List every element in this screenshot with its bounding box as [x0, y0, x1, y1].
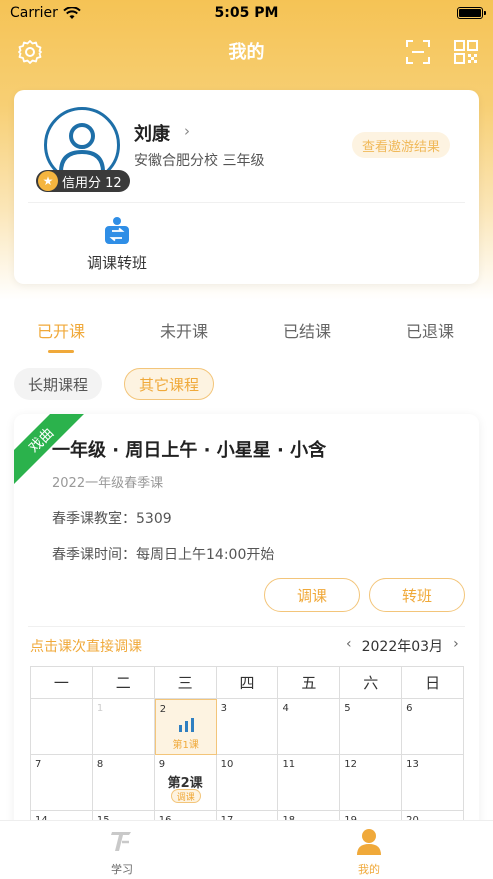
transfer-class-label[interactable]: 调课转班	[80, 252, 154, 273]
calendar-day-lesson[interactable]: 2 第1课	[154, 699, 217, 755]
transfer-class-button[interactable]: 转班	[369, 578, 465, 612]
credit-score: 信用分 12	[62, 175, 122, 191]
weekday-label: 日	[402, 667, 465, 699]
long-term-courses-pill[interactable]: 长期课程	[14, 368, 103, 400]
tab-withdrawn[interactable]: 已退课	[406, 318, 454, 342]
user-name[interactable]: 刘康	[134, 120, 170, 146]
transfer-class-icon[interactable]	[103, 216, 131, 246]
lesson-calendar: 一 二 三 四 五 六 日 1 2 第1课 3 4 5 6 7 8 9 第2课 …	[30, 666, 465, 834]
active-tab-indicator	[48, 350, 74, 353]
calendar-week: 1 2 第1课 3 4 5 6	[31, 699, 465, 755]
chevron-right-icon[interactable]: ›	[184, 122, 190, 140]
tab-study[interactable]: 学习	[82, 827, 162, 877]
day-number: 2	[159, 704, 167, 715]
study-icon	[111, 832, 131, 851]
weekday-label: 三	[154, 667, 217, 699]
tab-mine[interactable]: 我的	[329, 827, 409, 877]
next-month-button[interactable]: ›	[453, 636, 459, 656]
course-classroom: 春季课教室：5309	[52, 511, 172, 527]
calendar-day[interactable]: 11	[278, 755, 341, 811]
calendar-day[interactable]: 8	[92, 755, 155, 811]
other-courses-pill[interactable]: 其它课程	[124, 368, 215, 400]
profile-card: ★ 信用分 12 刘康 › 安徽合肥分校 三年级 查看遨游结果 调课转班	[14, 90, 479, 284]
tab-started[interactable]: 已开课	[37, 318, 85, 342]
calendar-day-lesson[interactable]: 9 第2课 调课	[154, 755, 217, 811]
calendar-hint: 点击课次直接调课	[30, 639, 142, 655]
divider	[28, 202, 465, 203]
carrier-label: Carrier	[10, 5, 58, 21]
adjust-tag: 调课	[170, 789, 201, 803]
course-status-tabs: 已开课 未开课 已结课 已退课	[0, 318, 493, 358]
calendar-day[interactable]: 6	[402, 699, 465, 755]
scan-icon[interactable]	[404, 38, 432, 66]
course-card[interactable]: 戏曲 一年级 · 周日上午 · 小星星 · 小含 2022一年级春季课 春季课教…	[14, 414, 479, 834]
battery-icon	[457, 7, 486, 19]
prev-month-button[interactable]: ‹	[346, 636, 352, 656]
tab-label: 学习	[111, 863, 133, 876]
calendar-day[interactable]: 7	[31, 755, 93, 811]
qr-code-icon[interactable]	[452, 38, 480, 66]
tab-label: 我的	[358, 863, 380, 876]
weekday-header: 一 二 三 四 五 六 日	[31, 667, 465, 699]
calendar-day[interactable]: 4	[278, 699, 341, 755]
course-time: 春季课时间：每周日上午14:00开始	[52, 547, 275, 563]
profile-icon	[357, 829, 381, 855]
weekday-label: 六	[340, 667, 403, 699]
calendar-day: 1	[92, 699, 155, 755]
weekday-label: 二	[92, 667, 155, 699]
credit-badge: ★ 信用分 12	[36, 170, 130, 192]
calendar-day[interactable]: 13	[402, 755, 465, 811]
weekday-label: 一	[31, 667, 93, 699]
weekday-label: 四	[216, 667, 279, 699]
view-tour-results-button[interactable]: 查看遨游结果	[352, 132, 451, 158]
course-term: 2022一年级春季课	[52, 476, 164, 491]
calendar-day[interactable]: 3	[216, 699, 279, 755]
current-month: 2022年03月	[361, 639, 444, 655]
lesson-note: 第1课	[172, 740, 199, 751]
tab-not-started[interactable]: 未开课	[160, 318, 208, 342]
wifi-icon	[63, 6, 81, 19]
day-number: 9	[158, 759, 166, 770]
adjust-lesson-button[interactable]: 调课	[264, 578, 360, 612]
carrier-group: Carrier	[10, 5, 81, 21]
calendar-day[interactable]: 5	[340, 699, 403, 755]
status-bar: Carrier 5:05 PM	[0, 0, 493, 26]
star-icon: ★	[38, 171, 58, 191]
calendar-day	[31, 699, 93, 755]
weekday-label: 五	[278, 667, 341, 699]
month-switcher: ‹ 2022年03月 ›	[346, 636, 459, 656]
calendar-day[interactable]: 12	[340, 755, 403, 811]
calendar-day[interactable]: 10	[216, 755, 279, 811]
tab-finished[interactable]: 已结课	[283, 318, 331, 342]
divider	[28, 626, 465, 627]
calendar-week: 7 8 9 第2课 调课 10 11 12 13	[31, 755, 465, 811]
user-school-grade: 安徽合肥分校 三年级	[134, 153, 265, 169]
bar-chart-icon	[178, 718, 194, 732]
nav-bar: 我的	[0, 30, 493, 72]
course-title: 一年级 · 周日上午 · 小星星 · 小含	[52, 440, 327, 461]
bottom-tab-bar: 学习 我的	[0, 820, 493, 879]
